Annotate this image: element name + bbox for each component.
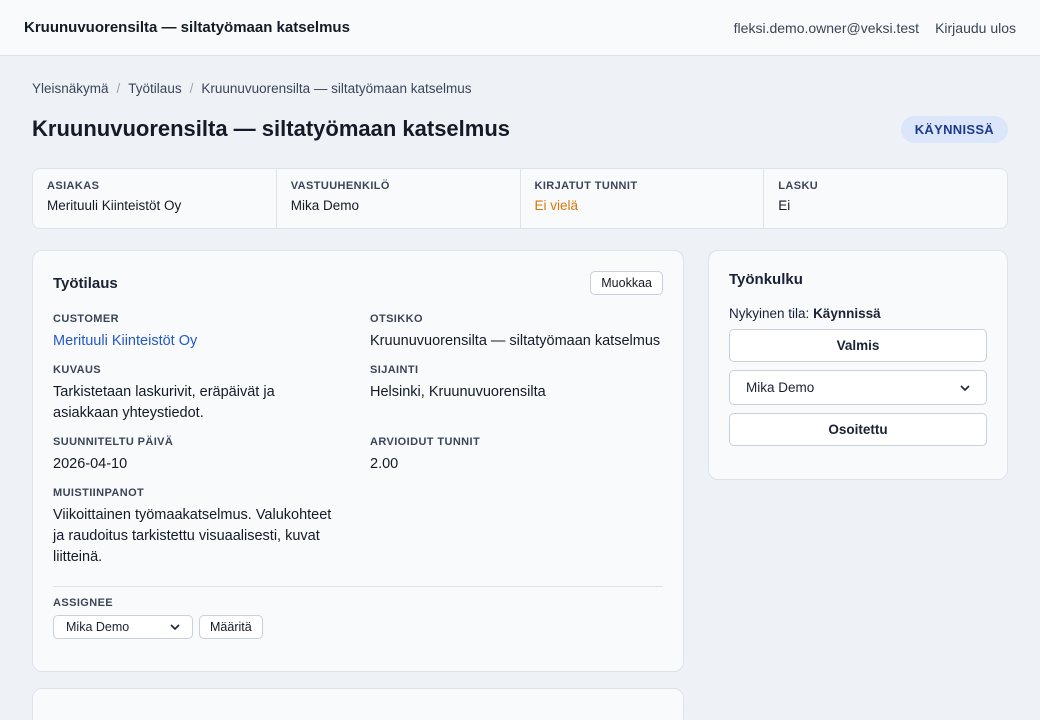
breadcrumb-item-current: Kruunuvuorensilta — siltatyömaan katselm… [201,81,472,96]
summary-responsible: VASTUUHENKILÖ Mika Demo [277,169,521,228]
assignee-select-value: Mika Demo [66,620,130,634]
person-select-value: Mika Demo [746,380,815,395]
breadcrumb-item-overview[interactable]: Yleisnäkymä [32,81,109,96]
breadcrumb-separator: / [189,81,194,96]
summary-value: Mika Demo [290,198,360,213]
card-title: Työnkulku [729,271,803,288]
field-value: Tarkistetaan laskurivit, eräpäivät ja as… [53,384,275,421]
field-label: ASSIGNEE [53,597,114,609]
main-content: Yleisnäkymä / Työtilaus / Kruunuvuorensi… [0,81,1040,720]
field-label: SIJAINTI [370,364,419,376]
user-menu: fleksi.demo.owner@veksi.test Kirjaudu ul… [734,20,1016,36]
chevron-down-icon [960,384,970,391]
assignee-section: ASSIGNEE Mika Demo Määritä [53,586,663,639]
top-bar: Kruunuvuorensilta — siltatyömaan katselm… [0,0,1040,56]
breadcrumb-item-work-order[interactable]: Työtilaus [128,81,181,96]
field-label: SUUNNITELTU PÄIVÄ [53,436,174,448]
current-status-value: Käynnissä [813,306,881,321]
done-button[interactable]: Valmis [729,329,987,362]
summary-value: Ei [778,198,791,213]
current-status-label: Nykyinen tila: [729,306,810,321]
field-estimated-hours: ARVIOIDUT TUNNIT 2.00 [370,436,663,475]
summary-label: LASKU [778,180,819,192]
assignee-select[interactable]: Mika Demo [53,615,193,639]
card-title: Työtilaus [53,274,118,292]
breadcrumb: Yleisnäkymä / Työtilaus / Kruunuvuorensi… [32,81,1008,96]
summary-label: ASIAKAS [47,180,100,192]
field-value: 2.00 [370,456,399,472]
field-planned-date: SUUNNITELTU PÄIVÄ 2026-04-10 [53,436,370,475]
field-label: CUSTOMER [53,313,119,325]
work-order-card: Työtilaus Muokkaa CUSTOMER Merituuli Kii… [32,250,684,672]
breadcrumb-separator: / [116,81,121,96]
customer-link[interactable]: Merituuli Kiinteistöt Oy [53,331,370,352]
workflow-card: Työnkulku Nykyinen tila: Käynnissä Valmi… [708,250,1008,480]
next-card [32,688,684,720]
assigned-button[interactable]: Osoitettu [729,413,987,446]
summary-value: Ei vielä [534,198,579,213]
summary-value: Merituuli Kiinteistöt Oy [47,198,182,213]
field-label: MUISTIINPANOT [53,487,145,499]
field-label: KUVAUS [53,364,102,376]
field-notes: MUISTIINPANOT Viikoittainen työmaakatsel… [53,487,370,568]
field-value: Helsinki, Kruunuvuorensilta [370,384,546,400]
field-value: 2026-04-10 [53,456,128,472]
details-grid: CUSTOMER Merituuli Kiinteistöt Oy OTSIKK… [53,313,663,580]
page-title: Kruunuvuorensilta — siltatyömaan katselm… [32,116,511,141]
person-select[interactable]: Mika Demo [729,370,987,405]
field-location: SIJAINTI Helsinki, Kruunuvuorensilta [370,364,663,424]
assignee-row: Mika Demo Määritä [53,615,663,639]
chevron-down-icon [170,624,180,631]
field-title: OTSIKKO Kruunuvuorensilta — siltatyömaan… [370,313,663,352]
logout-link[interactable]: Kirjaudu ulos [935,20,1016,36]
field-customer: CUSTOMER Merituuli Kiinteistöt Oy [53,313,370,352]
field-value: Kruunuvuorensilta — siltatyömaan katselm… [370,333,661,349]
summary-invoice: LASKU Ei [764,169,1007,228]
edit-button[interactable]: Muokkaa [590,271,663,295]
app-title: Kruunuvuorensilta — siltatyömaan katselm… [24,19,350,36]
summary-bar: ASIAKAS Merituuli Kiinteistöt Oy VASTUUH… [32,168,1008,229]
field-label: OTSIKKO [370,313,423,325]
status-badge: KÄYNNISSÄ [900,115,1008,143]
assign-button[interactable]: Määritä [199,615,263,639]
user-email: fleksi.demo.owner@veksi.test [733,19,920,36]
title-row: Kruunuvuorensilta — siltatyömaan katselm… [32,114,1008,144]
summary-hours: KIRJATUT TUNNIT Ei vielä [521,169,765,228]
current-status: Nykyinen tila: Käynnissä [729,306,987,321]
two-column-layout: Työtilaus Muokkaa CUSTOMER Merituuli Kii… [32,250,1008,720]
summary-label: KIRJATUT TUNNIT [534,180,638,192]
field-label: ARVIOIDUT TUNNIT [370,436,481,448]
field-description: KUVAUS Tarkistetaan laskurivit, eräpäivä… [53,364,370,424]
summary-label: VASTUUHENKILÖ [290,180,390,192]
field-value: Viikoittainen työmaakatselmus. Valukohte… [53,507,332,565]
summary-customer: ASIAKAS Merituuli Kiinteistöt Oy [33,169,277,228]
card-header: Työtilaus Muokkaa [53,271,663,295]
